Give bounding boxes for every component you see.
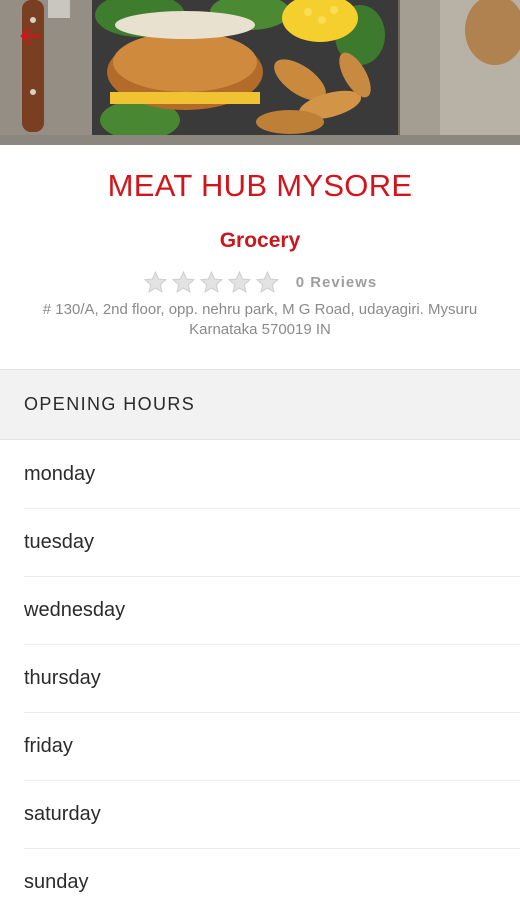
list-item: sunday [24,849,520,917]
list-item: friday [24,713,520,781]
day-label: wednesday [24,599,126,621]
opening-hours-header: OPENING HOURS [0,369,520,440]
star-icon [227,270,251,293]
list-item: tuesday [24,509,520,577]
opening-hours-title: OPENING HOURS [24,394,196,414]
store-cover-image [0,0,520,145]
star-icon [255,270,279,293]
rating-row: 0 Reviews [0,269,520,295]
list-item: wednesday [24,577,520,645]
list-item: monday [24,441,520,509]
reviews-count[interactable]: 0 Reviews [296,274,378,291]
store-info-section: MEAT HUB MYSORE Grocery 0 Reviews # 130/… [0,145,520,369]
day-label: tuesday [24,531,95,553]
store-address: # 130/A, 2nd floor, opp. nehru park, M G… [8,300,512,340]
food-photo-illustration [0,0,520,145]
store-category: Grocery [219,229,301,252]
day-label: sunday [24,871,89,893]
day-label: saturday [24,803,101,825]
day-label: friday [24,735,73,757]
star-icon [143,270,167,293]
star-icon [171,270,195,293]
list-item: thursday [24,645,520,713]
opening-hours-list: monday tuesday wednesday thursday friday… [0,441,520,917]
address-line-1: # 130/A, 2nd floor, opp. nehru park, M G… [42,301,478,318]
back-button[interactable] [18,26,52,56]
star-rating[interactable] [143,270,280,295]
star-icon [199,270,223,293]
day-label: thursday [24,667,101,689]
day-label: monday [24,463,96,485]
list-item: saturday [24,781,520,849]
arrow-left-icon [20,27,42,45]
address-line-2: Karnataka 570019 IN [189,321,331,338]
store-name: MEAT HUB MYSORE [107,168,413,203]
